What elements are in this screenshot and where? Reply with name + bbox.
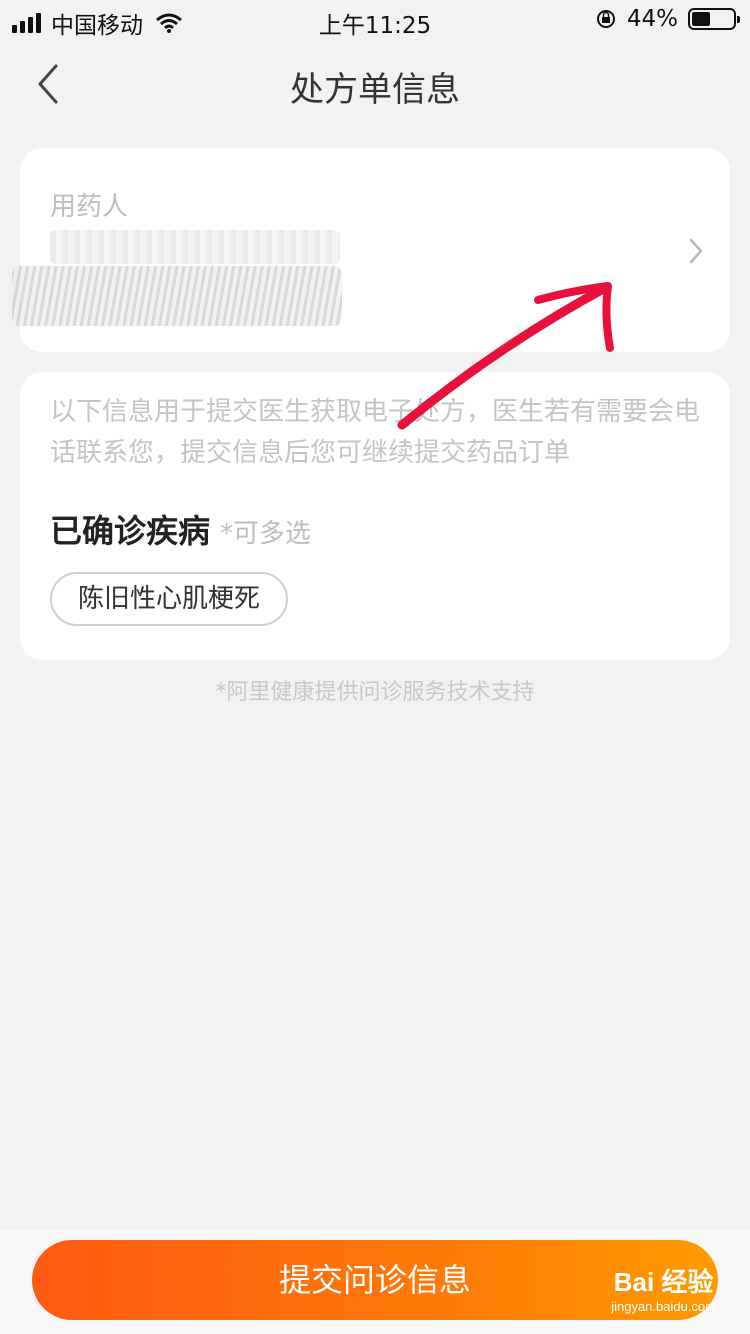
- watermark-logo: Bai 经验: [613, 1267, 714, 1297]
- annotation-arrow-icon: [397, 282, 614, 430]
- section-title-text: 已确诊疾病: [50, 512, 211, 550]
- disease-tag[interactable]: 陈旧性心肌梗死: [50, 572, 289, 626]
- baidu-jingyan-watermark: Bai 经验 jingyan.baidu.com: [611, 1262, 716, 1314]
- battery-icon: [688, 8, 740, 30]
- status-bar: 中国移动 上午11:25 44%: [0, 0, 750, 40]
- nav-bar: 处方单信息: [0, 44, 750, 124]
- watermark-url: jingyan.baidu.com: [611, 1299, 716, 1314]
- battery-percent: 44%: [626, 6, 678, 32]
- redacted-user-name: [50, 230, 340, 264]
- orientation-lock-icon: [596, 10, 615, 28]
- battery-level: [692, 12, 710, 26]
- page-title: 处方单信息: [290, 70, 460, 110]
- chevron-right-icon[interactable]: [686, 236, 706, 266]
- redacted-user-info: [12, 266, 342, 326]
- service-support-text: *阿里健康提供问诊服务技术支持: [215, 680, 535, 705]
- multi-select-hint: *可多选: [220, 519, 312, 549]
- diagnosed-disease-title: 已确诊疾病 *可多选: [50, 506, 311, 552]
- medication-user-label: 用药人: [50, 192, 129, 222]
